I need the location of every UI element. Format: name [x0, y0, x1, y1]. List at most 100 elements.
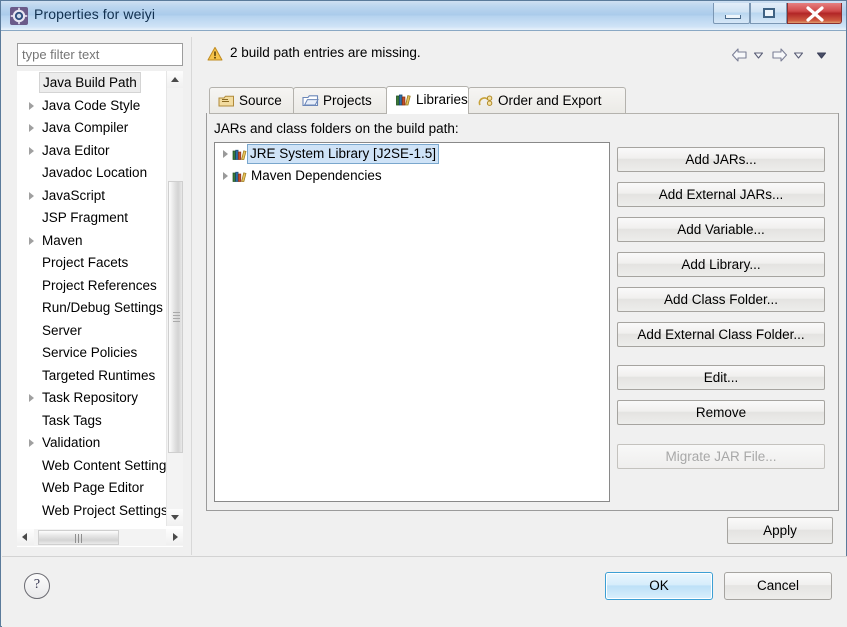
library-entry[interactable]: JRE System Library [J2SE-1.5] [215, 143, 609, 165]
sidebar-item-project-facets[interactable]: Project Facets [18, 252, 168, 275]
sidebar-item-jsp-fragment[interactable]: JSP Fragment [18, 207, 168, 230]
sidebar-item-label: Web Content Settings [42, 457, 174, 473]
sidebar-scroll-thumb[interactable] [168, 181, 183, 453]
sidebar-item-java-compiler[interactable]: Java Compiler [18, 117, 168, 140]
edit-button[interactable]: Edit... [617, 365, 825, 390]
sidebar-item-label: Maven [42, 232, 83, 248]
settings-tree[interactable]: Java Build Path Java Code Style Java Compi… [17, 71, 183, 547]
back-arrow-icon[interactable] [731, 47, 748, 66]
sidebar-item-label: Service Policies [42, 345, 138, 360]
window-title: Properties for weiyi [34, 6, 156, 22]
expand-arrow-icon[interactable] [29, 146, 34, 155]
tab-libraries[interactable]: Libraries [386, 86, 469, 114]
sidebar-item-validation[interactable]: Validation [18, 432, 168, 455]
close-icon [806, 6, 824, 22]
maximize-icon [763, 8, 775, 18]
properties-dialog: Properties for weiyi Java Build PathJava… [0, 0, 847, 627]
sidebar-item-label: Javadoc Location [42, 165, 148, 180]
apply-button[interactable]: Apply [727, 517, 833, 544]
sidebar-item-label: Java Compiler [42, 120, 129, 135]
library-entry[interactable]: Maven Dependencies [215, 165, 609, 187]
tab-bar: Source Projects Libraries Order and Export [209, 86, 839, 114]
sidebar-horizontal-scrollbar[interactable] [17, 529, 183, 546]
maximize-button[interactable] [750, 3, 787, 24]
sidebar-item-run-debug-settings[interactable]: Run/Debug Settings [18, 297, 168, 320]
sidebar-item-label: Project References [42, 277, 157, 293]
scroll-left-button[interactable] [17, 529, 34, 545]
scroll-down-button[interactable] [167, 509, 183, 526]
sidebar-item-task-tags[interactable]: Task Tags [18, 410, 168, 433]
help-button[interactable]: ? [24, 573, 50, 599]
add-library-button[interactable]: Add Library... [617, 252, 825, 277]
tab-label: Projects [323, 93, 372, 108]
sidebar-item-service-policies[interactable]: Service Policies [18, 342, 168, 365]
expand-arrow-icon[interactable] [223, 172, 228, 180]
footer-bar [2, 557, 847, 627]
expand-arrow-icon[interactable] [29, 191, 34, 200]
sidebar-item-targeted-runtimes[interactable]: Targeted Runtimes [18, 365, 168, 388]
sidebar-item-label: Validation [42, 435, 101, 450]
sidebar-item-java-code-style[interactable]: Java Code Style [18, 95, 168, 118]
expand-arrow-icon[interactable] [29, 394, 34, 402]
scroll-grip-icon [74, 534, 84, 543]
sidebar-item-server[interactable]: Server [18, 320, 168, 343]
close-button[interactable] [787, 3, 842, 24]
source-folder-icon [218, 91, 235, 107]
sidebar-item-web-page-editor[interactable]: Web Page Editor [18, 477, 168, 500]
remove-button[interactable]: Remove [617, 400, 825, 425]
add-external-jars-button[interactable]: Add External JARs... [617, 182, 825, 207]
scroll-up-button[interactable] [167, 71, 183, 88]
sidebar-item-javascript[interactable]: JavaScript [18, 185, 168, 208]
sidebar-vertical-scrollbar[interactable] [166, 71, 183, 526]
forward-dropdown-icon[interactable] [792, 47, 805, 66]
add-class-folder-button[interactable]: Add Class Folder... [617, 287, 825, 312]
sidebar-item-java-editor[interactable]: Java Editor [18, 140, 168, 163]
triangle-up-icon [171, 77, 179, 82]
tab-order-and-export[interactable]: Order and Export [468, 87, 626, 113]
sidebar-item-web-content-settings[interactable]: Web Content Settings [18, 455, 173, 478]
sidebar-item-label: Project Facets [42, 255, 129, 270]
sidebar-item-java-build-path[interactable]: Java Build Path [18, 72, 168, 95]
tab-label: Order and Export [498, 93, 602, 108]
tab-source[interactable]: Source [209, 87, 294, 113]
add-jars-button[interactable]: Add JARs... [617, 147, 825, 172]
sidebar-item-label: Targeted Runtimes [42, 367, 156, 383]
add-variable-button[interactable]: Add Variable... [617, 217, 825, 242]
back-dropdown-icon[interactable] [752, 47, 765, 66]
sidebar-item-label: Java Build Path [39, 72, 141, 93]
pane-divider [191, 37, 192, 555]
sidebar-item-javadoc-location[interactable]: Javadoc Location [18, 162, 168, 185]
projects-folder-icon [302, 91, 319, 107]
filter-input[interactable] [17, 43, 183, 66]
libraries-books-icon [395, 90, 412, 106]
minimize-button[interactable] [713, 3, 750, 24]
add-external-class-folder-button[interactable]: Add External Class Folder... [617, 322, 825, 347]
sidebar-item-label: Task Tags [42, 412, 102, 428]
forward-arrow-icon[interactable] [771, 47, 788, 66]
library-books-icon [232, 169, 248, 183]
view-menu-icon[interactable] [815, 47, 828, 66]
sidebar-item-task-repository[interactable]: Task Repository [18, 387, 168, 410]
eclipse-properties-icon [10, 7, 28, 25]
sidebar-item-label: Java Code Style [42, 97, 141, 113]
sidebar-item-label: JavaScript [42, 187, 106, 203]
sidebar-item-project-references[interactable]: Project References [18, 275, 168, 298]
triangle-right-icon [173, 533, 178, 541]
tab-underline [209, 113, 839, 114]
expand-arrow-icon[interactable] [29, 101, 34, 110]
sidebar-hscroll-thumb[interactable] [38, 530, 119, 545]
scroll-right-button[interactable] [166, 529, 183, 545]
libraries-list[interactable]: JRE System Library [J2SE-1.5] Maven Depen… [214, 142, 610, 502]
cancel-button[interactable]: Cancel [724, 572, 832, 600]
sidebar-item-label: Task Repository [42, 390, 139, 405]
tab-projects[interactable]: Projects [293, 87, 387, 113]
ok-button[interactable]: OK [605, 572, 713, 600]
sidebar-item-maven[interactable]: Maven [18, 230, 168, 253]
sidebar-item-web-project-settings[interactable]: Web Project Settings [18, 500, 168, 523]
sidebar-item-label: JSP Fragment [42, 210, 129, 225]
minimize-icon [725, 15, 741, 19]
expand-arrow-icon[interactable] [29, 439, 34, 447]
expand-arrow-icon[interactable] [29, 236, 34, 245]
expand-arrow-icon[interactable] [223, 150, 228, 158]
expand-arrow-icon[interactable] [29, 124, 34, 132]
